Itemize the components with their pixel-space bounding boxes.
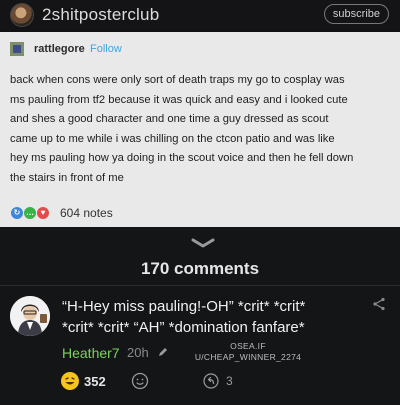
comment-line: *crit* *crit* “AH” *domination fanfare* — [62, 319, 305, 336]
post-body-line: the stairs in front of me — [10, 171, 124, 184]
divider — [0, 285, 400, 286]
reply-bubble-icon: … — [23, 206, 37, 220]
community-header: 2shitposterclub subscribe — [0, 0, 400, 30]
post-body: back when cons were only sort of death t… — [10, 71, 394, 188]
post-body-line: ms pauling from tf2 because it was quick… — [10, 93, 348, 106]
follow-link: Follow — [90, 43, 122, 55]
comment-text: “H-Hey miss pauling!-OH” *crit* *crit* *… — [62, 296, 362, 338]
reply-count: 3 — [226, 374, 233, 388]
blog-avatar-icon — [10, 42, 24, 56]
notes-count: 604 notes — [60, 206, 113, 220]
blog-name: rattlegore — [34, 43, 85, 55]
commenter-avatar[interactable] — [10, 296, 50, 336]
user-avatar-icon — [10, 296, 50, 336]
comments-count: 170 comments — [140, 259, 260, 278]
subscribe-button[interactable]: subscribe — [323, 4, 389, 24]
post-body-line: back when cons were only sort of death t… — [10, 74, 345, 86]
reply-icon[interactable] — [203, 373, 219, 389]
comment-author[interactable]: Heather7 — [62, 345, 120, 361]
pencil-icon — [159, 348, 167, 356]
comment-line: “H-Hey miss pauling!-OH” *crit* *crit* — [62, 298, 306, 315]
share-icon[interactable] — [372, 297, 386, 311]
heart-icon: ♥ — [36, 206, 50, 220]
flair-line: OSEA.IF — [230, 341, 266, 351]
notes-icons: ↻ … ♥ — [10, 206, 52, 220]
user-flair: OSEA.IF U/CHEAP_WINNER_2274 — [178, 341, 318, 363]
post-image[interactable]: rattlegore Follow back when cons were on… — [0, 32, 400, 227]
flair-line: U/CHEAP_WINNER_2274 — [194, 352, 302, 362]
community-name[interactable]: 2shitposterclub — [42, 5, 159, 25]
post-body-line: and shes a good character and one time a… — [10, 113, 329, 125]
reaction-count: 352 — [84, 374, 106, 389]
comment-time: 20h — [127, 345, 149, 360]
community-avatar-icon[interactable] — [10, 3, 34, 27]
emoji-face-icon — [65, 377, 75, 385]
post-body-line: hey ms pauling how ya doing in the scout… — [10, 152, 354, 164]
reblog-icon: ↻ — [10, 206, 24, 220]
add-reaction-icon[interactable] — [131, 372, 149, 390]
laugh-emoji-icon[interactable] — [61, 372, 79, 390]
post-body-line: came up to me while i was chilling on th… — [10, 132, 335, 145]
chevron-down-icon[interactable] — [191, 238, 215, 248]
